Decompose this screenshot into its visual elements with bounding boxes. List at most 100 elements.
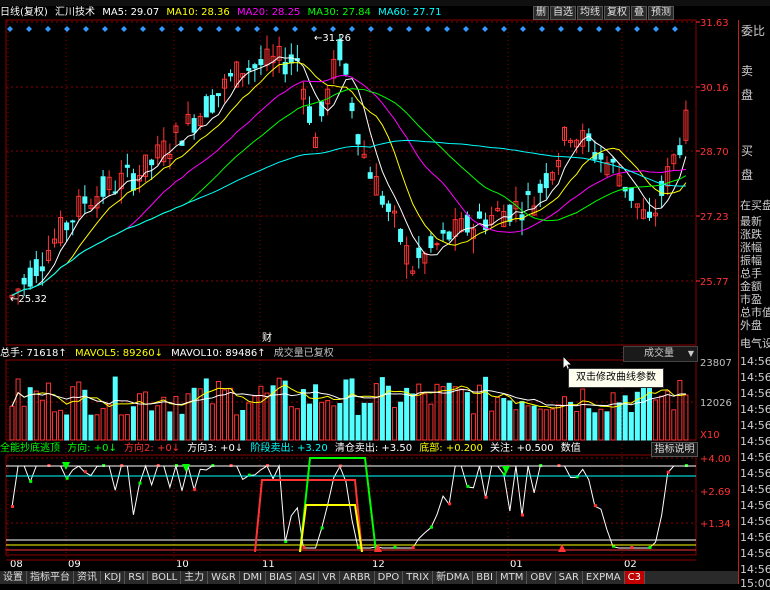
candle-body bbox=[343, 63, 349, 75]
volume-bar bbox=[191, 387, 197, 441]
volume-bar bbox=[246, 402, 252, 441]
volume-header: 总手: 71618↑ MAVOL5: 89260↓ MAVOL10: 89486… bbox=[0, 347, 339, 361]
indicator-dot bbox=[484, 495, 488, 499]
volume-bar bbox=[598, 408, 604, 441]
tab-21[interactable]: C3 bbox=[624, 571, 645, 584]
volume-bar bbox=[543, 409, 549, 441]
volume-bar bbox=[507, 400, 513, 441]
period-label[interactable]: 日线(复权) bbox=[0, 7, 48, 18]
marker-diamond bbox=[596, 26, 602, 32]
tab-5[interactable]: BOLL bbox=[148, 571, 182, 584]
tab-3[interactable]: KDJ bbox=[101, 571, 126, 584]
marker-diamond bbox=[387, 26, 393, 32]
forecast-button[interactable]: 预测 bbox=[648, 6, 674, 20]
candle-body bbox=[21, 277, 27, 285]
indicator-help-button[interactable]: 指标说明 bbox=[651, 442, 698, 457]
tab-4[interactable]: RSI bbox=[125, 571, 149, 584]
tab-1[interactable]: 指标平台 bbox=[27, 571, 74, 584]
volume-bar bbox=[580, 388, 586, 441]
marker-diamond bbox=[178, 26, 184, 32]
marker-diamond bbox=[615, 26, 621, 32]
volume-bar bbox=[659, 395, 665, 441]
tab-11[interactable]: VR bbox=[319, 571, 341, 584]
volume-bar bbox=[100, 407, 106, 441]
quote-field: 涨幅 bbox=[740, 241, 762, 254]
indicator-dot bbox=[193, 487, 197, 491]
tab-10[interactable]: ASI bbox=[296, 571, 320, 584]
overlay-button[interactable]: 叠 bbox=[631, 6, 647, 20]
indicator-dot bbox=[411, 546, 415, 549]
volume-bar bbox=[555, 404, 561, 441]
tab-17[interactable]: MTM bbox=[497, 571, 528, 584]
candle-body bbox=[647, 211, 652, 218]
candle-body bbox=[228, 73, 234, 77]
tab-2[interactable]: 资讯 bbox=[74, 571, 101, 584]
clear-sell-value: 清仓卖出: +3.50 bbox=[334, 443, 413, 454]
tab-6[interactable]: 主力 bbox=[181, 571, 209, 584]
tab-16[interactable]: BBI bbox=[473, 571, 497, 584]
tab-7[interactable]: W&R bbox=[208, 571, 240, 584]
tab-15[interactable]: 新DMA bbox=[433, 571, 474, 584]
tab-13[interactable]: DPO bbox=[375, 571, 404, 584]
candle-body bbox=[379, 195, 385, 205]
volume-bar bbox=[203, 378, 209, 441]
volume-bar bbox=[452, 386, 458, 441]
x-axis-label: 01 bbox=[510, 559, 523, 570]
volume-bar bbox=[404, 387, 410, 441]
tab-14[interactable]: TRIX bbox=[403, 571, 434, 584]
indicator-dot bbox=[29, 479, 33, 483]
volume-bar bbox=[349, 378, 355, 441]
quote-field: 总手 bbox=[740, 267, 762, 280]
volume-bar bbox=[15, 378, 21, 441]
volume-bar bbox=[215, 381, 221, 441]
stock-name: 汇川技术 bbox=[55, 7, 95, 18]
tab-0[interactable]: 设置 bbox=[0, 571, 27, 584]
indicator-dot bbox=[429, 525, 433, 529]
volume-bar bbox=[258, 385, 264, 441]
indicator-name[interactable]: 全能抄底逃顶 bbox=[0, 443, 60, 454]
tab-12[interactable]: ARBR bbox=[340, 571, 375, 584]
volume-bar bbox=[155, 405, 161, 441]
tab-8[interactable]: DMI bbox=[240, 571, 267, 584]
tick-time: 14:56 bbox=[740, 451, 770, 464]
marker-diamond bbox=[653, 26, 659, 32]
tick-time: 14:56 bbox=[740, 531, 770, 544]
candle-body bbox=[525, 191, 531, 196]
chart-canvas[interactable]: 31.63 30.16 28.70 27.23 25.77 23807 12026 X10 +4… bbox=[0, 0, 738, 584]
bid-label-2: 盘 bbox=[741, 168, 754, 182]
indicator-dot bbox=[502, 472, 506, 476]
tab-20[interactable]: EXPMA bbox=[583, 571, 625, 584]
watchlist-button[interactable]: 自选 bbox=[550, 6, 576, 20]
volume-bar bbox=[519, 401, 525, 441]
tab-19[interactable]: SAR bbox=[556, 571, 583, 584]
ma10-value: MA10: 28.36 bbox=[166, 7, 230, 18]
candle-body bbox=[349, 102, 355, 112]
stage-sell-value: 阶段卖出: +3.20 bbox=[250, 443, 328, 454]
marker-diamond bbox=[292, 26, 298, 32]
marker-diamond bbox=[425, 26, 431, 32]
candle-body bbox=[258, 59, 264, 66]
indicator-dot bbox=[630, 546, 634, 549]
volume-bar bbox=[665, 390, 671, 441]
volume-bar bbox=[531, 405, 537, 441]
quote-field: 总市值 bbox=[740, 306, 770, 319]
candle-body bbox=[215, 93, 221, 97]
volume-indicator-dropdown[interactable]: 成交量 ▼ bbox=[623, 346, 698, 362]
indicator-dot bbox=[357, 546, 361, 549]
x-axis-label: 02 bbox=[624, 559, 637, 570]
volume-bar bbox=[130, 406, 136, 441]
volume-bar bbox=[513, 409, 519, 441]
quote-field: 涨跌 bbox=[740, 228, 762, 241]
volume-bar bbox=[300, 389, 306, 441]
tab-18[interactable]: OBV bbox=[527, 571, 556, 584]
adjust-button[interactable]: 复权 bbox=[604, 6, 630, 20]
volume-bar bbox=[149, 410, 155, 441]
ma-button[interactable]: 均线 bbox=[577, 6, 603, 20]
volume-bar bbox=[118, 414, 124, 441]
candle-body bbox=[70, 220, 76, 223]
watch-value: 关注: +0.500 bbox=[490, 443, 554, 454]
volume-bar bbox=[422, 393, 428, 441]
delete-button[interactable]: 删 bbox=[533, 6, 549, 20]
volume-bar bbox=[410, 393, 416, 441]
tab-9[interactable]: BIAS bbox=[266, 571, 297, 584]
